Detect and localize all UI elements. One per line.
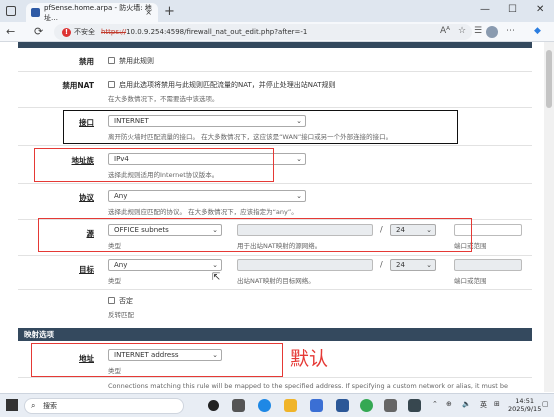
invert-help: 反转匹配 [108,311,134,319]
settings-icon[interactable] [384,399,397,412]
notification-icon[interactable]: ▢ [542,400,549,408]
destination-port-help: 端口或范围 [454,277,487,285]
search-icon: ⌕ [31,401,36,410]
nonat-checkbox-text: 启用此选项将禁用与此规则匹配流量的NAT，并停止处理出站NAT规则 [119,81,336,89]
protocol-help: 选择此规则应匹配的协议。 在大多数情况下，应该指定为“any”。 [108,208,298,216]
window-menu-icon[interactable] [6,6,16,16]
close-window-icon[interactable]: ✕ [536,4,544,15]
row-protocol: 协议 Any ⌄ 选择此规则应匹配的协议。 在大多数情况下，应该指定为“any”。 [18,184,532,220]
protocol-label: 协议 [79,193,94,202]
tray-chevron-icon[interactable]: ⌃ [432,400,438,408]
highlight-box-mapping [31,343,283,377]
destination-type-select[interactable]: Any ⌄ [108,259,222,271]
destination-label: 目标 [79,265,94,274]
back-icon[interactable]: ← [6,25,15,38]
mail-icon[interactable] [336,399,349,412]
annotation-default: 默认 [290,348,329,370]
invert-checkbox-text: 否定 [119,297,133,305]
tab-strip: pfSense.home.arpa - 防火墙: 地址… × [0,0,554,22]
destination-port-input[interactable] [454,259,522,271]
address-bar-row: ← ⟳ ! 不安全 https:// 10.0.9.254:4598/firew… [0,22,554,42]
highlight-box-interface [63,110,458,144]
url-scheme: https:// [101,28,127,36]
taskbar-clock[interactable]: 14:51 2025/9/15 [508,397,541,413]
disable-checkbox-text: 禁用此规则 [119,57,154,65]
scrollbar-thumb[interactable] [546,50,552,108]
tab-title: pfSense.home.arpa - 防火墙: 地址… [44,3,152,22]
disable-checkbox[interactable]: 禁用此规则 [108,56,154,66]
start-icon[interactable] [208,400,219,411]
insecure-label: 不安全 [74,28,95,36]
windows-taskbar: ⌕ 搜索 ⌃ ⊕ 🔈 英 ⊞ 14:51 2025/9/15 ▢ [0,393,554,417]
mouse-cursor-icon: ⇱ [212,272,221,283]
protocol-value: Any [114,192,128,200]
destination-network-input[interactable] [237,259,373,271]
destination-type-help: 类型 [108,277,121,285]
page-scrollbar[interactable] [544,42,554,392]
insecure-warning-icon: ! [62,27,71,37]
taskbar-search-text: 搜索 [43,402,57,410]
terminal-icon[interactable] [408,399,421,412]
nonat-checkbox[interactable]: 启用此选项将禁用与此规则匹配流量的NAT，并停止处理出站NAT规则 [108,80,336,90]
row-nonat: 禁用NAT 启用此选项将禁用与此规则匹配流量的NAT，并停止处理出站NAT规则 … [18,72,532,108]
taskbar-search[interactable]: ⌕ 搜索 [24,398,184,414]
chevron-down-icon: ⌄ [426,261,432,269]
pfsense-favicon-icon [31,8,40,17]
maximize-icon[interactable]: ☐ [508,4,517,15]
favorite-star-icon[interactable]: ☆ [458,26,466,36]
file-explorer-icon[interactable] [284,399,297,412]
protocol-select[interactable]: Any ⌄ [108,190,306,202]
checkbox-icon[interactable] [108,297,115,304]
ime-mode-icon[interactable]: ⊞ [494,400,500,408]
row-invert: 否定 反转匹配 [18,290,532,324]
clock-date: 2025/9/15 [508,405,542,413]
favorites-icon[interactable]: ☰ [474,26,482,36]
minimize-icon[interactable]: — [480,4,490,15]
checkbox-icon[interactable] [108,57,115,64]
highlight-box-source [38,218,472,252]
mapping-section-header: 映射选项 [18,328,532,341]
widgets-icon[interactable] [6,399,18,411]
row-disable: 禁用 禁用此规则 [18,50,532,72]
destination-type-value: Any [114,261,128,269]
new-tab-icon[interactable]: + [164,4,175,19]
chevron-down-icon: ⌄ [212,261,218,269]
copilot-icon[interactable]: ◆ [534,26,541,36]
url-field[interactable]: ! 不安全 https:// 10.0.9.254:4598/firewall_… [54,24,472,40]
destination-mask-select[interactable]: 24 ⌄ [390,259,436,271]
url-path: 10.0.9.254:4598/firewall_nat_out_edit.ph… [126,28,308,36]
nonat-label: 禁用NAT [62,81,94,90]
checkbox-icon[interactable] [108,81,115,88]
row-destination: 目标 Any ⌄ 类型 出站NAT映射的目标网络。 / 24 ⌄ 端口或范围 [18,256,532,290]
profile-avatar[interactable] [486,26,498,38]
destination-slash: / [380,260,383,269]
disable-label: 禁用 [79,57,94,66]
mapping-footer-text: Connections matching this rule will be m… [108,382,509,390]
chevron-down-icon: ⌄ [296,155,302,163]
invert-checkbox[interactable]: 否定 [108,296,133,306]
task-view-icon[interactable] [232,399,245,412]
browser-tab[interactable]: pfSense.home.arpa - 防火墙: 地址… × [26,3,158,22]
panel-header-edge [18,42,532,48]
ime-indicator[interactable]: 英 [480,400,487,410]
destination-network-help: 出站NAT映射的目标网络。 [237,277,315,285]
chevron-down-icon: ⌄ [296,192,302,200]
volume-icon[interactable]: 🔈 [462,400,471,408]
chrome-icon[interactable] [360,399,373,412]
tab-close-icon[interactable]: × [145,8,152,17]
read-aloud-icon[interactable]: Aᴬ [440,26,450,36]
clock-time: 14:51 [515,397,535,405]
network-icon[interactable]: ⊕ [446,400,452,408]
nonat-help: 在大多数情况下，不需要选中该选项。 [108,95,219,103]
edge-browser-icon[interactable] [258,399,271,412]
reload-icon[interactable]: ⟳ [34,25,43,38]
more-icon[interactable]: ⋯ [506,26,515,36]
destination-mask-value: 24 [396,261,405,269]
highlight-box-family [34,148,274,182]
store-icon[interactable] [310,399,323,412]
